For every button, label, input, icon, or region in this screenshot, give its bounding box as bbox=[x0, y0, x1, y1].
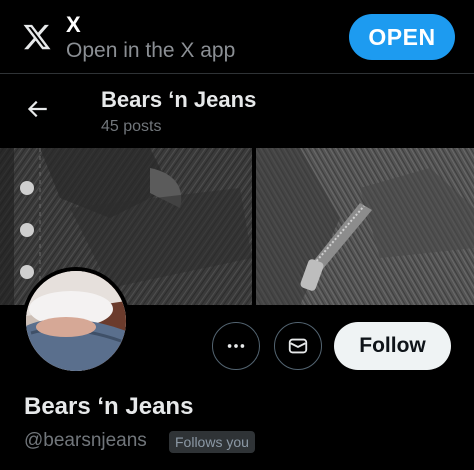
app-name: X bbox=[66, 12, 81, 37]
display-name: Bears ‘n Jeans bbox=[24, 393, 194, 420]
profile-header: Bears ‘n Jeans 45 posts bbox=[0, 74, 474, 148]
open-app-banner: X Open in the X app OPEN bbox=[0, 0, 474, 74]
more-button[interactable] bbox=[212, 322, 260, 370]
more-horizontal-icon bbox=[227, 344, 245, 348]
envelope-icon bbox=[288, 338, 308, 354]
message-button[interactable] bbox=[274, 322, 322, 370]
follow-button[interactable]: Follow bbox=[334, 322, 451, 370]
page-title: Bears ‘n Jeans bbox=[101, 87, 257, 112]
x-logo-icon bbox=[23, 24, 51, 50]
post-count: 45 posts bbox=[101, 118, 162, 135]
arrow-left-icon[interactable] bbox=[24, 96, 50, 122]
open-app-button[interactable]: OPEN bbox=[349, 14, 455, 60]
handle: @bearsnjeans bbox=[24, 430, 147, 451]
avatar[interactable] bbox=[22, 267, 130, 375]
open-in-app-text: Open in the X app bbox=[66, 39, 236, 62]
follows-you-badge: Follows you bbox=[169, 431, 255, 453]
